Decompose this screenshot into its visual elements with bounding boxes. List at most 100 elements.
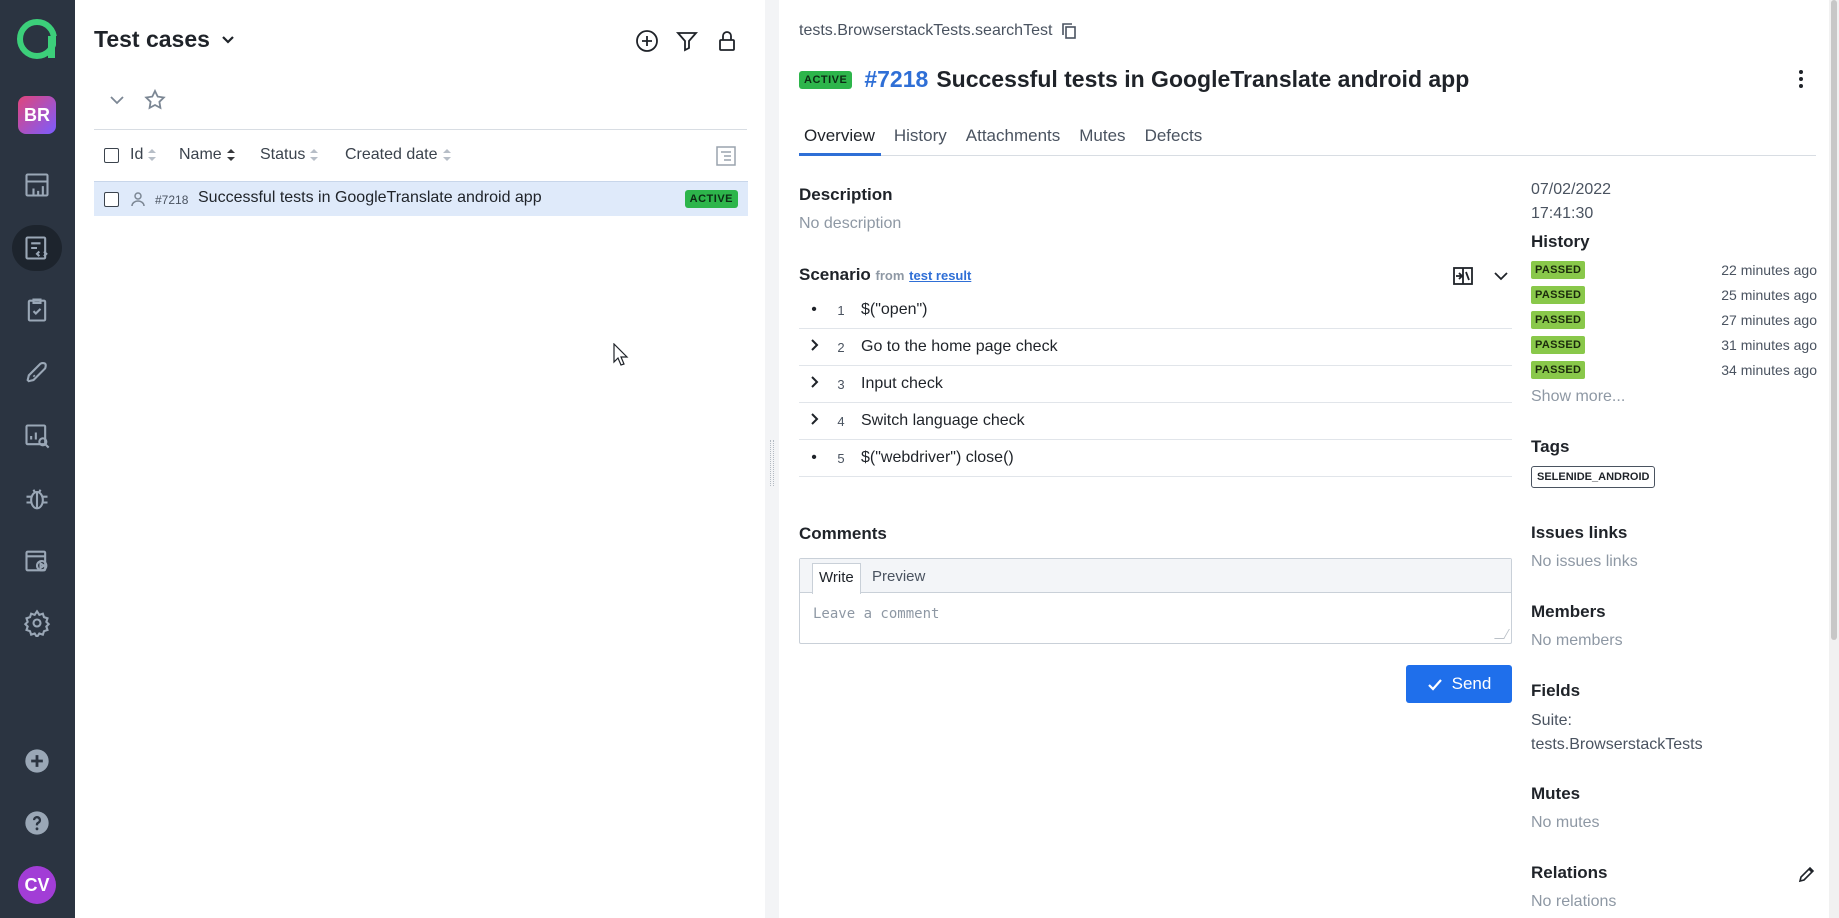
sidebar-item-help[interactable] bbox=[12, 800, 62, 846]
test-cases-icon bbox=[25, 236, 48, 260]
sidebar-item-defects[interactable] bbox=[12, 476, 62, 522]
sidebar-item-launches[interactable] bbox=[12, 350, 62, 396]
scenario-step[interactable]: 2 Go to the home page check bbox=[799, 329, 1512, 366]
tab-attachments[interactable]: Attachments bbox=[961, 122, 1067, 156]
check-icon bbox=[1427, 678, 1442, 691]
tab-history[interactable]: History bbox=[889, 122, 953, 156]
row-checkbox[interactable] bbox=[104, 192, 119, 207]
step-number: 4 bbox=[837, 413, 845, 429]
column-header-name[interactable]: Name bbox=[179, 146, 235, 164]
test-cases-panel: Test cases Id Name Status Created date #… bbox=[75, 0, 765, 918]
jobs-icon bbox=[25, 550, 48, 572]
chevron-down-icon bbox=[1494, 272, 1508, 281]
mouse-cursor-icon bbox=[613, 343, 629, 366]
scenario-step[interactable]: • 1 $("open") bbox=[799, 292, 1512, 329]
step-number: 2 bbox=[837, 339, 845, 355]
edit-relations-button[interactable] bbox=[1797, 864, 1817, 884]
step-number: 5 bbox=[837, 450, 845, 466]
expand-steps-button[interactable] bbox=[1489, 264, 1513, 293]
step-text: $("webdriver") close() bbox=[861, 449, 1014, 466]
sort-icon bbox=[442, 148, 451, 162]
app-logo-icon[interactable] bbox=[16, 18, 58, 60]
filter-icon bbox=[676, 32, 698, 52]
column-header-id[interactable]: Id bbox=[130, 146, 157, 164]
tab-defects[interactable]: Defects bbox=[1140, 122, 1209, 156]
passed-badge: PASSED bbox=[1531, 286, 1586, 304]
test-plans-icon bbox=[27, 298, 47, 322]
column-settings-button[interactable] bbox=[714, 144, 738, 168]
add-test-case-button[interactable] bbox=[634, 28, 660, 54]
tab-write[interactable]: Write bbox=[812, 563, 861, 594]
scrollbar-thumb[interactable] bbox=[1831, 0, 1837, 640]
relations-label: Relations bbox=[1531, 863, 1608, 882]
status-badge: ACTIVE bbox=[799, 70, 853, 89]
history-item[interactable]: PASSED 31 minutes ago bbox=[1531, 335, 1817, 355]
history-item[interactable]: PASSED 27 minutes ago bbox=[1531, 310, 1817, 330]
copy-icon[interactable] bbox=[1060, 22, 1078, 40]
tab-overview[interactable]: Overview bbox=[799, 122, 881, 156]
tag-chip[interactable]: SELENIDE_ANDROID bbox=[1531, 466, 1656, 488]
column-header-created-date[interactable]: Created date bbox=[345, 146, 451, 164]
page-title: Successful tests in GoogleTranslate andr… bbox=[936, 66, 1470, 92]
history-item[interactable]: PASSED 22 minutes ago bbox=[1531, 260, 1817, 280]
project-avatar[interactable]: BR bbox=[18, 96, 56, 134]
lock-button[interactable] bbox=[714, 28, 740, 54]
breadcrumb: tests.BrowserstackTests.searchTest bbox=[799, 22, 1078, 40]
filter-button[interactable] bbox=[674, 28, 700, 54]
scenario-step[interactable]: • 5 $("webdriver") close() bbox=[799, 440, 1512, 477]
show-more-link[interactable]: Show more... bbox=[1531, 388, 1625, 406]
chevron-right-icon[interactable] bbox=[799, 412, 829, 431]
comment-editor-tabs: Write Preview bbox=[800, 559, 1511, 594]
vertical-scrollbar[interactable] bbox=[1829, 0, 1839, 918]
step-text: $("open") bbox=[861, 301, 928, 318]
analytics-icon bbox=[25, 424, 50, 449]
star-icon bbox=[144, 88, 166, 110]
history-item[interactable]: PASSED 34 minutes ago bbox=[1531, 360, 1817, 380]
scenario-step[interactable]: 3 Input check bbox=[799, 366, 1512, 403]
tab-preview[interactable]: Preview bbox=[866, 563, 931, 590]
add-circle-icon bbox=[636, 30, 658, 52]
sidebar-item-jobs[interactable] bbox=[12, 538, 62, 584]
drag-handle[interactable] bbox=[770, 440, 774, 486]
test-result-link[interactable]: test result bbox=[909, 268, 971, 283]
comment-input[interactable]: Leave a comment bbox=[813, 606, 939, 622]
mutes-label: Mutes bbox=[1531, 784, 1581, 803]
column-header-status[interactable]: Status bbox=[260, 146, 319, 164]
bullet: • bbox=[811, 449, 817, 466]
members-label: Members bbox=[1531, 602, 1606, 621]
sidebar-item-test-cases[interactable] bbox=[12, 225, 62, 271]
sidebar-item-analytics[interactable] bbox=[12, 413, 62, 459]
sidebar-item-dashboards[interactable] bbox=[12, 162, 62, 208]
copy-to-scenario-button[interactable] bbox=[1451, 264, 1475, 293]
select-all-checkbox[interactable] bbox=[104, 148, 119, 163]
panel-title-dropdown[interactable]: Test cases bbox=[94, 26, 238, 53]
collapse-tree-button[interactable] bbox=[105, 88, 129, 117]
panel-splitter[interactable] bbox=[765, 0, 779, 918]
detail-tabs: Overview History Attachments Mutes Defec… bbox=[799, 122, 1816, 156]
dashboard-icon bbox=[25, 173, 49, 197]
issues-links-label: Issues links bbox=[1531, 523, 1628, 542]
step-text: Input check bbox=[861, 375, 943, 392]
sidebar-item-settings[interactable] bbox=[12, 600, 62, 646]
more-actions-button[interactable] bbox=[1791, 68, 1811, 90]
pencil-icon bbox=[1798, 866, 1815, 883]
chevron-right-icon[interactable] bbox=[799, 338, 829, 357]
send-button[interactable]: Send bbox=[1406, 665, 1512, 703]
step-text: Go to the home page check bbox=[861, 338, 1058, 355]
members-value: No members bbox=[1531, 632, 1623, 649]
description-label: Description bbox=[799, 185, 893, 204]
scenario-step[interactable]: 4 Switch language check bbox=[799, 403, 1512, 440]
history-item[interactable]: PASSED 25 minutes ago bbox=[1531, 285, 1817, 305]
chevron-down-icon bbox=[110, 96, 124, 105]
tab-mutes[interactable]: Mutes bbox=[1074, 122, 1131, 156]
status-badge: ACTIVE bbox=[684, 190, 738, 208]
resize-handle[interactable] bbox=[1494, 629, 1510, 639]
field-suite: Suite: tests.BrowserstackTests bbox=[1531, 712, 1703, 753]
table-row[interactable]: #7218 Successful tests in GoogleTranslat… bbox=[94, 181, 748, 216]
chevron-right-icon[interactable] bbox=[799, 375, 829, 394]
sidebar-item-add[interactable] bbox=[12, 738, 62, 784]
sidebar-item-test-plans[interactable] bbox=[12, 287, 62, 333]
user-avatar[interactable]: CV bbox=[18, 866, 56, 904]
favorite-filter-button[interactable] bbox=[143, 88, 167, 117]
bullet: • bbox=[811, 301, 817, 318]
